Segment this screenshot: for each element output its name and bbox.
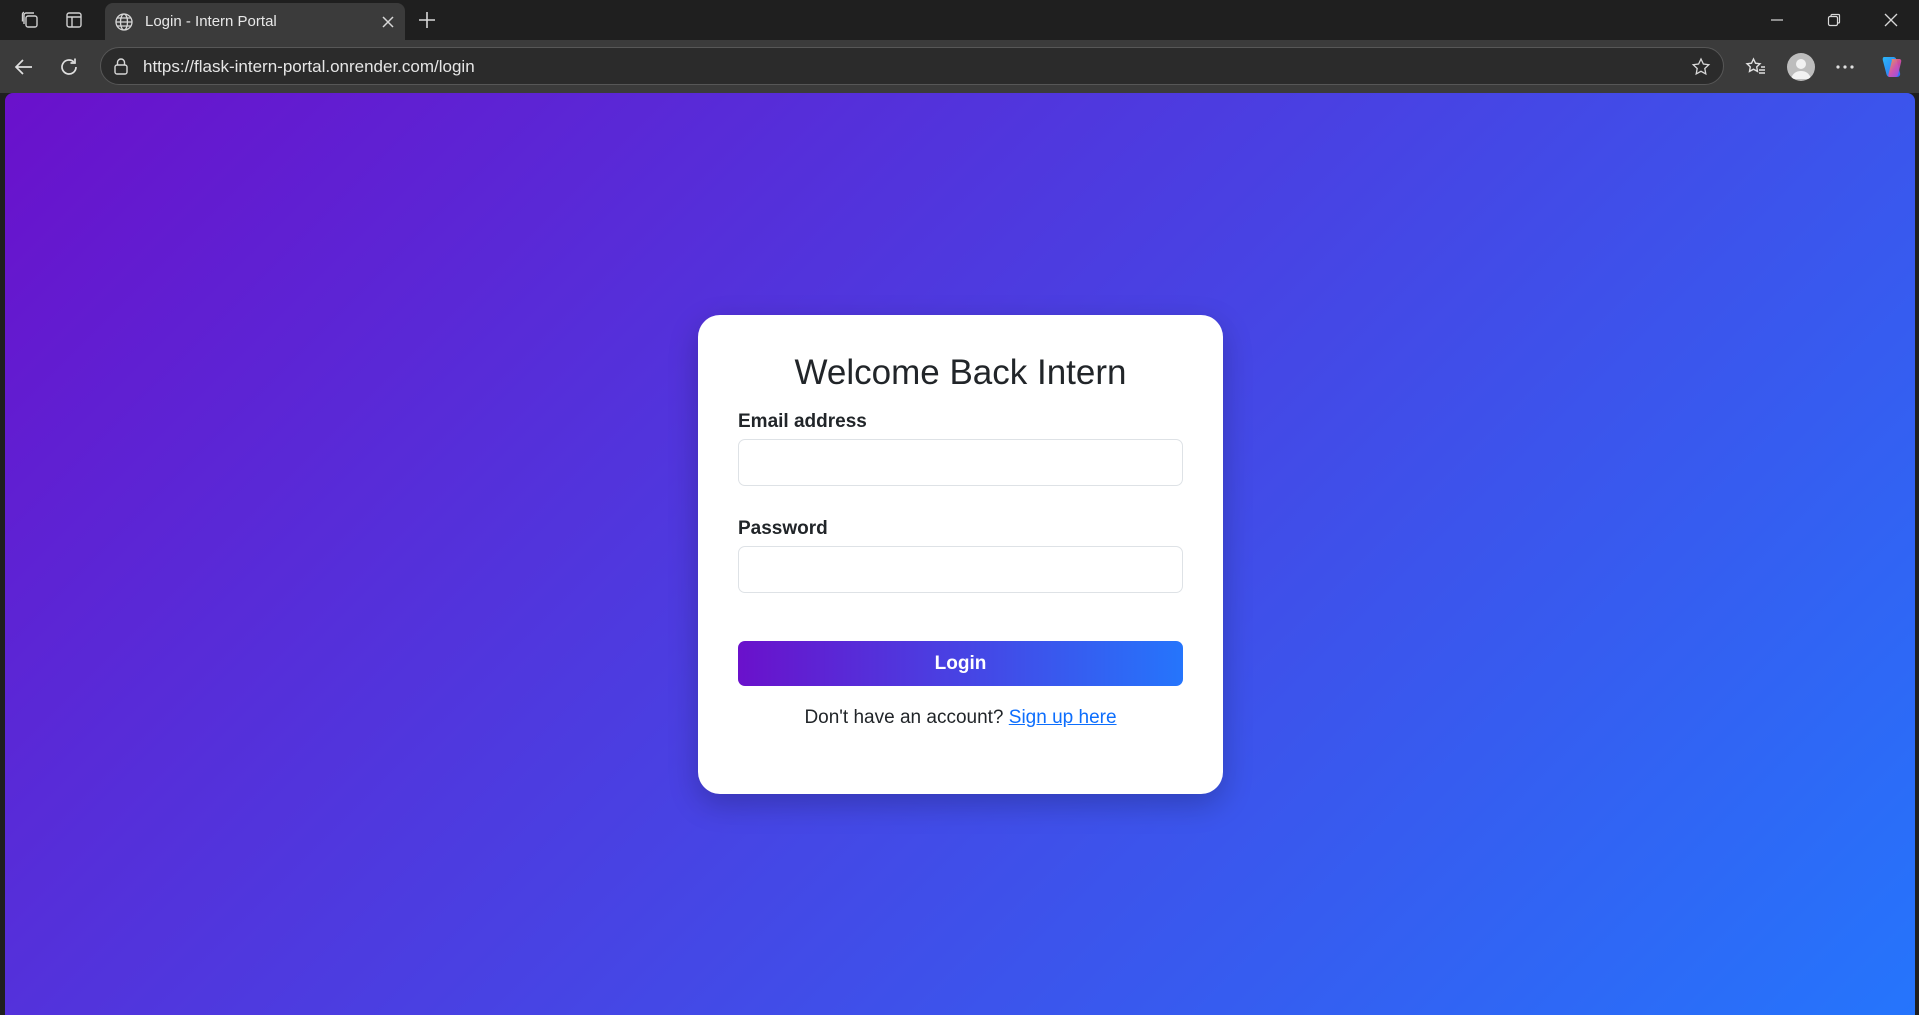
email-label: Email address [738,411,867,432]
page-viewport: Welcome Back Intern Email address Passwo… [5,93,1915,1015]
close-window-icon[interactable] [1862,0,1919,40]
signup-link[interactable]: Sign up here [1009,707,1117,728]
lock-icon[interactable] [111,56,131,76]
tab-title: Login - Intern Portal [145,13,277,30]
navigation-bar: https://flask-intern-portal.onrender.com… [0,40,1919,93]
favorite-star-icon[interactable] [1689,55,1713,79]
email-field[interactable] [738,439,1183,486]
back-icon[interactable] [8,51,40,83]
favorites-icon[interactable] [1740,51,1772,83]
avatar [1787,53,1815,81]
close-tab-icon[interactable] [377,11,399,33]
copilot-icon[interactable] [1876,51,1908,83]
active-tab[interactable]: Login - Intern Portal [105,3,405,40]
restore-icon[interactable] [1805,0,1862,40]
signup-prompt: Don't have an account? [804,707,1004,728]
login-button[interactable]: Login [738,641,1183,686]
browser-window: Login - Intern Portal https://flask-inte… [0,0,1919,1015]
url-text[interactable]: https://flask-intern-portal.onrender.com… [143,57,475,77]
vertical-tabs-icon[interactable] [60,6,88,34]
new-tab-icon[interactable] [413,6,441,34]
workspaces-icon[interactable] [16,6,44,34]
page-title: Welcome Back Intern [794,353,1127,392]
login-card: Welcome Back Intern Email address Passwo… [698,315,1223,794]
signup-prompt-line: Don't have an account? Sign up here [698,707,1223,729]
refresh-icon[interactable] [53,51,85,83]
more-options-icon[interactable] [1829,51,1861,83]
password-label: Password [738,518,828,539]
tab-strip: Login - Intern Portal [0,0,1919,40]
profile-button[interactable] [1785,51,1817,83]
minimize-icon[interactable] [1748,0,1805,40]
password-field[interactable] [738,546,1183,593]
address-bar[interactable]: https://flask-intern-portal.onrender.com… [100,47,1724,85]
globe-icon [113,11,135,33]
